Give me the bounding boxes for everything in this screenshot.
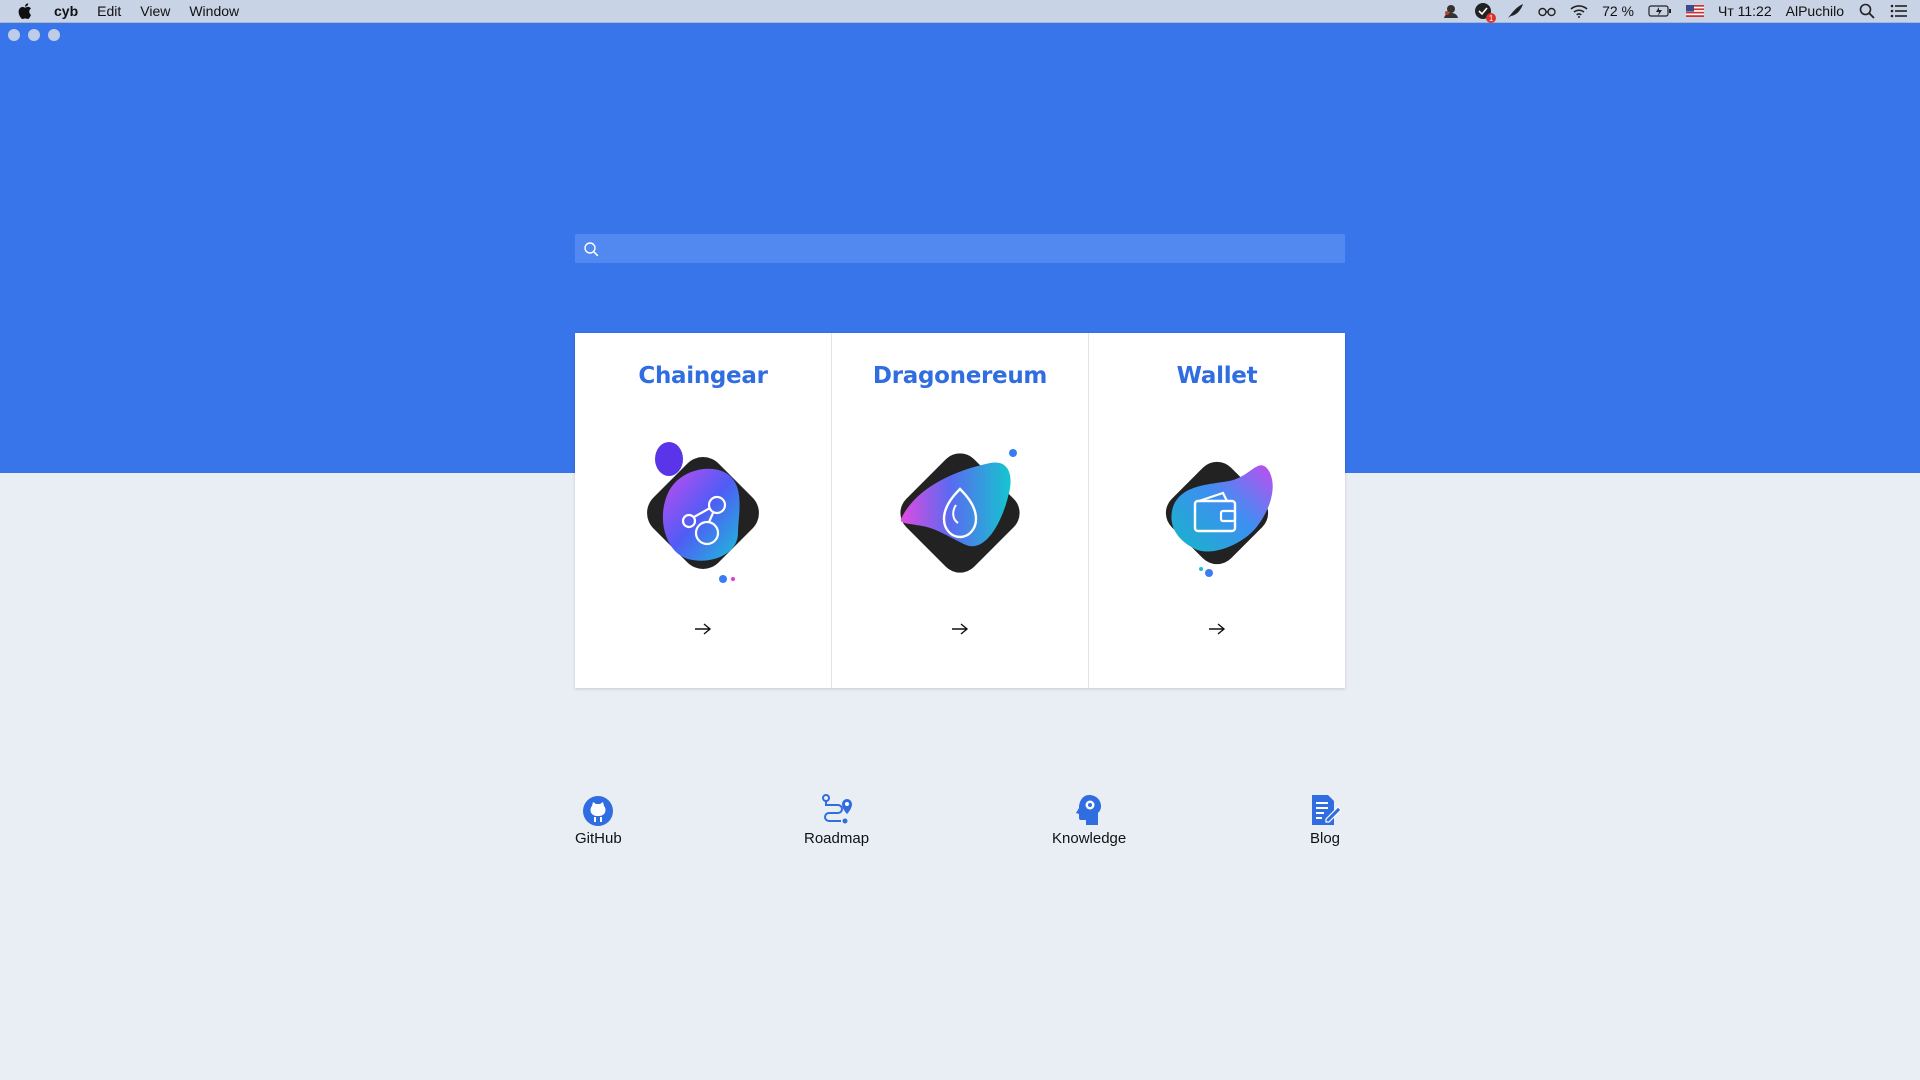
search-bar: [575, 233, 1345, 264]
zoom-window-button[interactable]: [48, 29, 60, 41]
footer-links: GitHub Roadmap Knowledge Blog: [575, 793, 1345, 853]
link-label: Blog: [1309, 830, 1341, 847]
status-app-icon[interactable]: [1442, 2, 1460, 20]
arrow-right-icon[interactable]: [949, 621, 971, 637]
link-roadmap[interactable]: Roadmap: [804, 793, 869, 847]
battery-icon[interactable]: [1648, 2, 1672, 20]
menu-bar: cyb Edit View Window 1 72 % Чт 11:22 AlP…: [0, 0, 1920, 23]
view-menu[interactable]: View: [140, 3, 170, 19]
user-name[interactable]: AlPuchilo: [1786, 3, 1844, 19]
apple-menu-icon[interactable]: [18, 2, 34, 20]
card-dragonereum[interactable]: Dragonereum: [832, 333, 1089, 688]
card-wallet[interactable]: Wallet: [1089, 333, 1345, 688]
dragon-egg-icon: [900, 449, 1020, 573]
link-label: Knowledge: [1052, 830, 1127, 847]
spotlight-search-icon[interactable]: [1858, 2, 1876, 20]
close-window-button[interactable]: [8, 29, 20, 41]
card-title: Dragonereum: [872, 363, 1048, 389]
feather-icon[interactable]: [1506, 2, 1524, 20]
link-label: Roadmap: [804, 830, 870, 847]
card-title: Chaingear: [638, 363, 768, 389]
us-flag-icon[interactable]: [1685, 2, 1704, 20]
clock[interactable]: Чт 11:22: [1718, 3, 1772, 19]
card-title: Wallet: [1176, 363, 1258, 389]
notification-app-icon[interactable]: 1: [1474, 2, 1497, 23]
link-blog[interactable]: Blog: [1309, 793, 1341, 847]
github-icon: [583, 796, 614, 826]
search-input[interactable]: [603, 233, 1345, 264]
link-github[interactable]: GitHub: [575, 793, 622, 847]
battery-percent[interactable]: 72 %: [1602, 3, 1634, 19]
roadmap-icon: [821, 794, 852, 824]
app-menu[interactable]: cyb: [54, 3, 78, 19]
arrow-right-icon[interactable]: [1206, 621, 1228, 637]
arrow-right-icon[interactable]: [692, 621, 714, 637]
app-cards: Chaingear Dragonereum Wallet: [575, 333, 1345, 688]
link-label: GitHub: [575, 830, 622, 847]
notification-center-icon[interactable]: [1890, 2, 1908, 20]
link-knowledge[interactable]: Knowledge: [1052, 793, 1126, 847]
minimize-window-button[interactable]: [28, 29, 40, 41]
wallet-icon: [1165, 461, 1273, 577]
window-controls: [8, 29, 60, 41]
chaingear-icon: [647, 442, 759, 583]
knowledge-head-icon: [1076, 795, 1102, 825]
edit-menu[interactable]: Edit: [97, 3, 121, 19]
card-chaingear[interactable]: Chaingear: [575, 333, 832, 688]
glasses-icon[interactable]: [1538, 2, 1556, 20]
search-icon: [584, 241, 599, 256]
notification-badge: 1: [1486, 13, 1497, 23]
blog-icon: [1312, 795, 1341, 825]
wifi-icon[interactable]: [1570, 2, 1588, 20]
window-menu[interactable]: Window: [189, 3, 239, 19]
